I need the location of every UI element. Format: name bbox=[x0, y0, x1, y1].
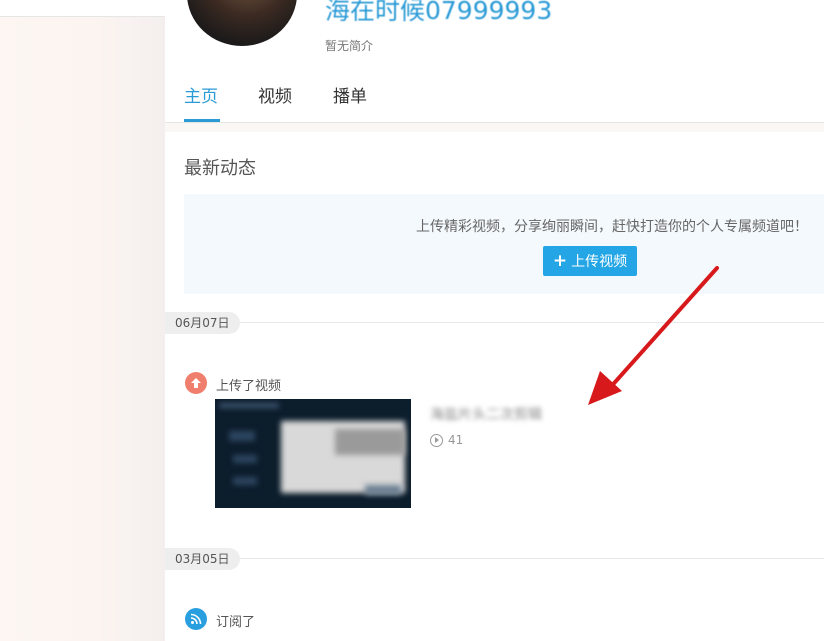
date-label: 06月07日 bbox=[165, 312, 240, 334]
timeline-divider bbox=[165, 322, 824, 323]
promo-text: 上传精彩视频，分享绚丽瞬间，赶快打造你的个人专属频道吧！ bbox=[416, 219, 808, 235]
video-thumbnail[interactable] bbox=[215, 399, 411, 508]
feed-panel: 最新动态 上传精彩视频，分享绚丽瞬间，赶快打造你的个人专属频道吧！ + 上传视频… bbox=[165, 132, 824, 641]
profile-intro: 暂无简介 bbox=[325, 39, 374, 53]
avatar[interactable] bbox=[187, 0, 297, 46]
active-tab-indicator bbox=[184, 119, 220, 122]
upload-video-button[interactable]: + 上传视频 bbox=[543, 246, 637, 276]
activity-label: 订阅了 bbox=[216, 615, 256, 630]
play-count-value: 41 bbox=[448, 433, 464, 447]
left-background bbox=[0, 0, 165, 641]
video-title[interactable]: 海盐片头二次剪辑 bbox=[430, 404, 542, 424]
tab-playlists[interactable]: 播单 bbox=[333, 82, 367, 107]
plus-icon: + bbox=[552, 251, 568, 271]
activity-label: 上传了视频 bbox=[216, 379, 282, 394]
profile-header: 海在时候07999993 暂无简介 bbox=[165, 0, 824, 65]
section-title: 最新动态 bbox=[184, 158, 256, 179]
rss-icon bbox=[185, 608, 207, 630]
upload-icon bbox=[185, 372, 207, 394]
date-label: 03月05日 bbox=[165, 548, 240, 570]
timeline-divider bbox=[165, 558, 824, 559]
play-count-icon bbox=[430, 433, 443, 447]
tab-home[interactable]: 主页 bbox=[184, 82, 218, 107]
upload-promo: 上传精彩视频，分享绚丽瞬间，赶快打造你的个人专属频道吧！ + 上传视频 bbox=[184, 194, 824, 294]
tab-bar: 主页 视频 播单 bbox=[165, 64, 824, 123]
upload-button-label: 上传视频 bbox=[571, 254, 628, 270]
username[interactable]: 海在时候07999993 bbox=[325, 0, 552, 22]
play-count: 41 bbox=[430, 433, 463, 447]
tab-videos[interactable]: 视频 bbox=[258, 82, 292, 107]
